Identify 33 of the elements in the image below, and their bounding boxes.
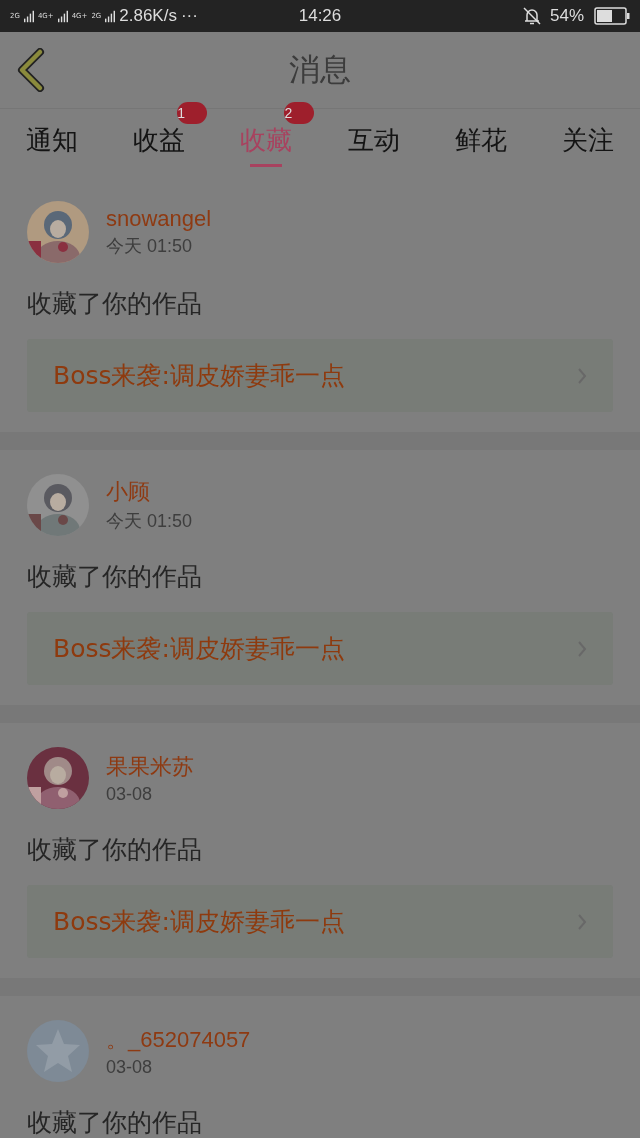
message-text: 收藏了你的作品 [27, 289, 203, 319]
message-text: 收藏了你的作品 [27, 835, 203, 865]
timestamp: 今天 01:50 [106, 235, 194, 258]
timestamp: 03-08 [106, 1056, 154, 1078]
tab[interactable]: 通知 [20, 109, 84, 171]
username[interactable]: 。_652074057 [106, 1024, 251, 1055]
back-button[interactable] [16, 48, 46, 92]
star-avatar-icon [27, 1020, 89, 1082]
signal-icon [23, 9, 34, 23]
count-badge: 2 [284, 102, 315, 124]
clock: 14:26 [298, 6, 342, 26]
count-badge: 1 [177, 102, 208, 124]
tab[interactable]: 鲜花 [448, 109, 513, 171]
message-text: 收藏了你的作品 [27, 562, 203, 592]
battery-percent: 54% [549, 6, 584, 26]
work-link[interactable]: Boss来袭:调皮娇妻乖一点 [27, 612, 613, 685]
signal-icon [57, 9, 68, 23]
message-text: 收藏了你的作品 [27, 1108, 203, 1138]
page-title: 消息 [289, 50, 351, 89]
work-link[interactable]: Boss来袭:调皮娇妻乖一点 [27, 339, 613, 412]
username[interactable]: 果果米苏 [106, 751, 194, 782]
username[interactable]: 小顾 [106, 477, 193, 507]
battery-icon [594, 7, 630, 25]
tab[interactable]: 互动 [341, 109, 406, 171]
tab[interactable]: 关注 [555, 109, 620, 171]
signal-icon [105, 9, 116, 23]
timestamp: 今天 01:50 [106, 510, 193, 533]
network-speed: 2.86K/s [119, 6, 177, 26]
more-dots: ··· [180, 6, 198, 26]
timestamp: 03-08 [106, 783, 154, 805]
username[interactable]: snowangel [106, 206, 212, 232]
muted-bell-icon [521, 6, 542, 26]
work-link[interactable]: Boss来袭:调皮娇妻乖一点 [27, 885, 613, 958]
